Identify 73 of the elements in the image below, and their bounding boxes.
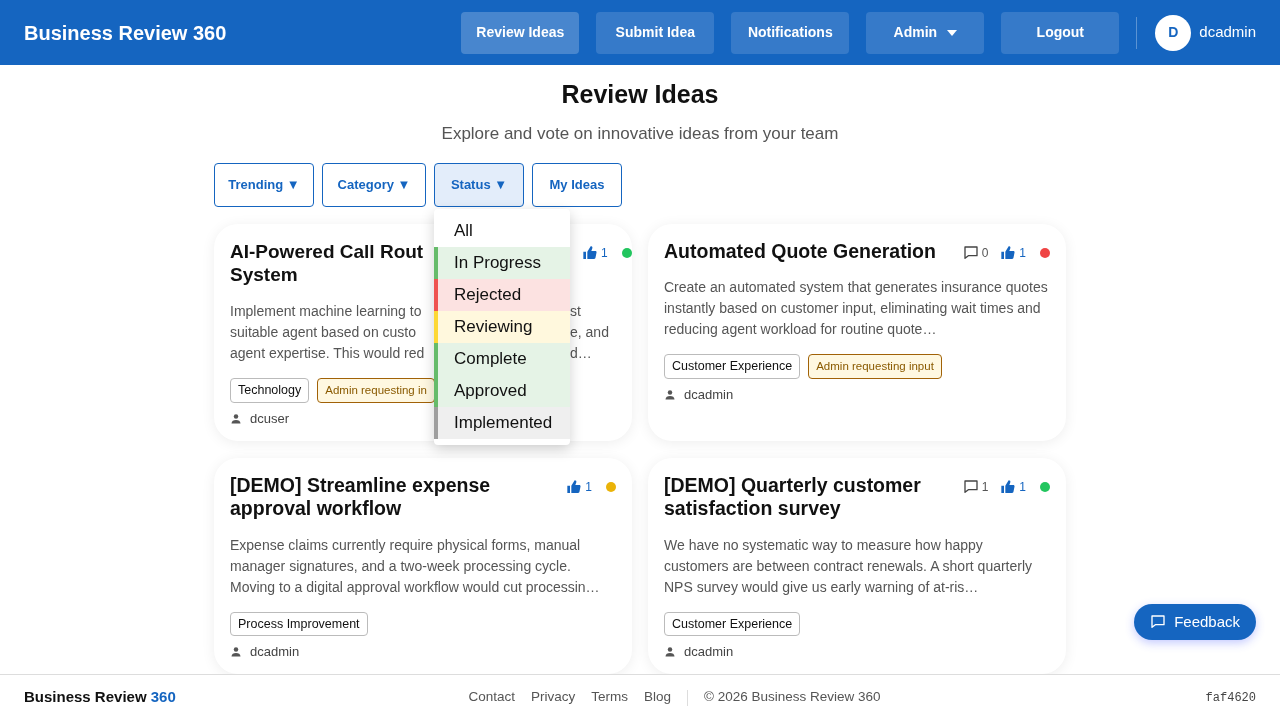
chat-icon — [1150, 614, 1167, 630]
idea-title: System — [230, 263, 299, 287]
idea-card[interactable] — [648, 457, 1066, 674]
footer-link[interactable]: Terms — [591, 687, 628, 708]
comment-icon — [962, 244, 979, 261]
footer-link[interactable]: Contact — [468, 687, 515, 708]
category-tag: Technology — [230, 378, 310, 403]
page-subtitle: Explore and vote on innovative ideas from your team — [440, 123, 840, 145]
page-title: Review Ideas — [560, 79, 720, 109]
user-avatar[interactable]: D — [1155, 14, 1192, 51]
vote-count: 1 — [601, 244, 608, 262]
idea-card[interactable] — [214, 457, 632, 674]
author-name: dcadmin — [684, 643, 734, 662]
vote-count: 1 — [1019, 244, 1026, 262]
idea-title: Automated Quote Generation — [664, 239, 937, 263]
user-name: dcadmin — [1199, 22, 1256, 43]
menu-item[interactable]: Implemented — [434, 406, 570, 439]
idea-description: d… — [570, 344, 593, 363]
menu-item[interactable]: In Progress — [434, 246, 570, 279]
author-name: dcuser — [250, 410, 290, 429]
comment-count: 0 — [981, 244, 989, 262]
idea-description: e, and — [570, 323, 610, 342]
comment-icon — [962, 478, 979, 495]
person-icon — [230, 646, 242, 659]
vote-count: 1 — [1019, 478, 1026, 496]
comment-count: 1 — [981, 478, 989, 496]
thumbs-up-icon — [566, 478, 583, 495]
copyright-text: © 2026 Business Review 360 — [704, 688, 881, 707]
menu-item[interactable]: Reviewing — [434, 310, 570, 343]
idea-card[interactable] — [648, 223, 1066, 441]
notice-tag: Admin requesting input — [808, 353, 942, 380]
filter-button[interactable]: Status ▼ — [434, 162, 524, 207]
app-title: Business Review 360 — [24, 20, 227, 46]
category-tag: Process Improvement — [230, 611, 368, 637]
footer-brand: Business Review 360 — [24, 687, 176, 708]
category-tag: Customer Experience — [664, 354, 801, 379]
idea-description: agent expertise. This would red — [230, 344, 426, 363]
person-icon — [230, 413, 242, 425]
nav-button[interactable]: Logout — [1001, 11, 1120, 54]
filter-button[interactable]: My Ideas — [532, 162, 622, 207]
idea-description: Implement machine learning to — [230, 302, 423, 321]
thumbs-up-icon — [1000, 478, 1017, 495]
thumbs-up-icon — [582, 244, 598, 261]
feedback-button[interactable]: Feedback — [1134, 604, 1256, 640]
menu-item[interactable]: Approved — [434, 374, 570, 407]
author-name: dcadmin — [250, 643, 300, 662]
thumbs-up-icon — [1000, 244, 1017, 261]
admin-dropdown[interactable]: Admin — [866, 11, 985, 54]
filter-button[interactable]: Trending ▼ — [214, 162, 314, 207]
person-icon — [664, 646, 676, 659]
idea-title: [DEMO] Streamline expense approval workflow — [230, 473, 492, 521]
idea-description: Expense claims currently require physical forms, manual manager signatures, and a two-week processing cycle. Moving to a digital approval workflow would cut processin… — [230, 535, 601, 597]
notice-tag: Admin requesting in — [317, 378, 435, 404]
nav-button[interactable]: Review Ideas — [461, 11, 580, 54]
idea-description: Create an automated system that generates insurance quotes instantly based on customer input, eliminating wait times and reducing agent workload for routine quote… — [664, 277, 1049, 339]
idea-description: st — [570, 302, 582, 321]
idea-description: suitable agent based on custo — [230, 323, 418, 342]
nav-button[interactable]: Submit Idea — [596, 11, 715, 54]
nav-button[interactable]: Notifications — [731, 11, 850, 54]
filter-button[interactable]: Category ▼ — [322, 162, 426, 207]
build-id: faf4620 — [1205, 689, 1256, 707]
vote-count: 1 — [585, 478, 592, 496]
footer-link[interactable]: Privacy — [530, 687, 576, 708]
idea-description: We have no systematic way to measure how happy customers are between contract renewals. A short quarterly NPS survey would give us early warning of at-ris… — [664, 535, 1034, 597]
menu-item[interactable]: Complete — [434, 342, 570, 375]
idea-title: [DEMO] Quarterly customer satisfaction survey — [664, 473, 922, 521]
caret-icon — [947, 29, 958, 36]
author-name: dcadmin — [684, 386, 734, 405]
idea-title: AI-Powered Call Rout — [230, 239, 425, 264]
person-icon — [664, 388, 676, 401]
footer-link[interactable]: Blog — [644, 687, 671, 708]
category-tag: Customer Experience — [664, 611, 801, 637]
menu-item[interactable]: Rejected — [434, 278, 570, 311]
